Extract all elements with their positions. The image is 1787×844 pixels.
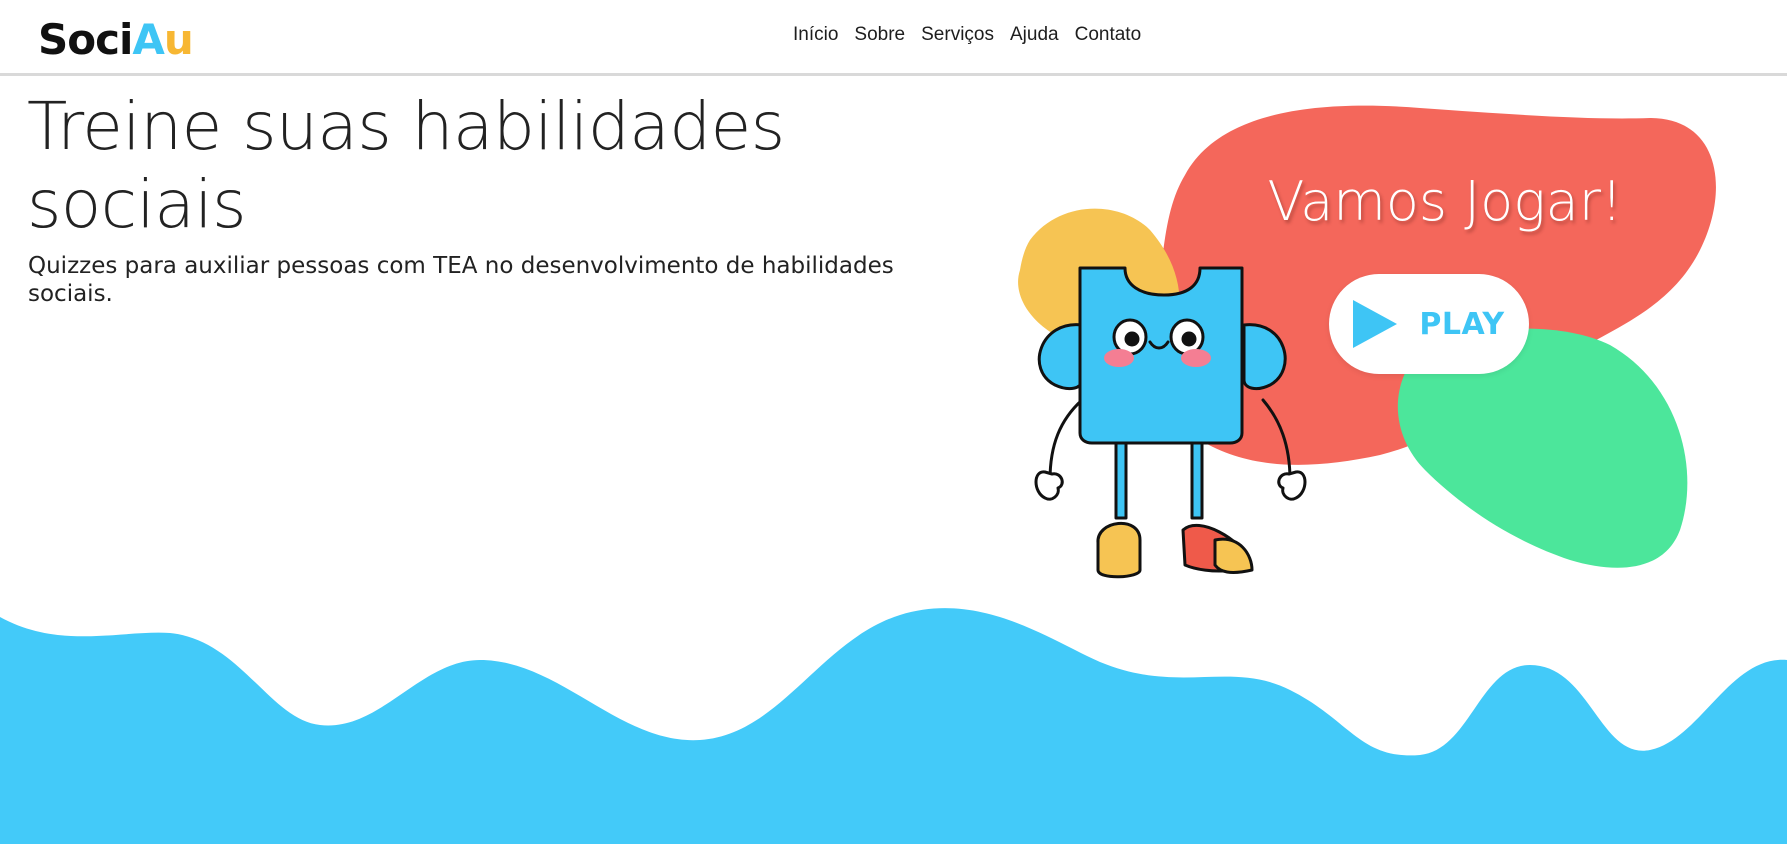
sky-wave (0, 608, 1787, 844)
mascot-cheek-right (1181, 349, 1211, 367)
play-icon (1353, 300, 1398, 348)
play-button[interactable]: PLAY (1329, 274, 1529, 374)
cta-heading: Vamos Jogar! (1267, 170, 1623, 233)
play-button-label: PLAY (1419, 306, 1505, 342)
mascot-cheek-left (1104, 349, 1134, 367)
hero-illustration (0, 105, 1787, 844)
